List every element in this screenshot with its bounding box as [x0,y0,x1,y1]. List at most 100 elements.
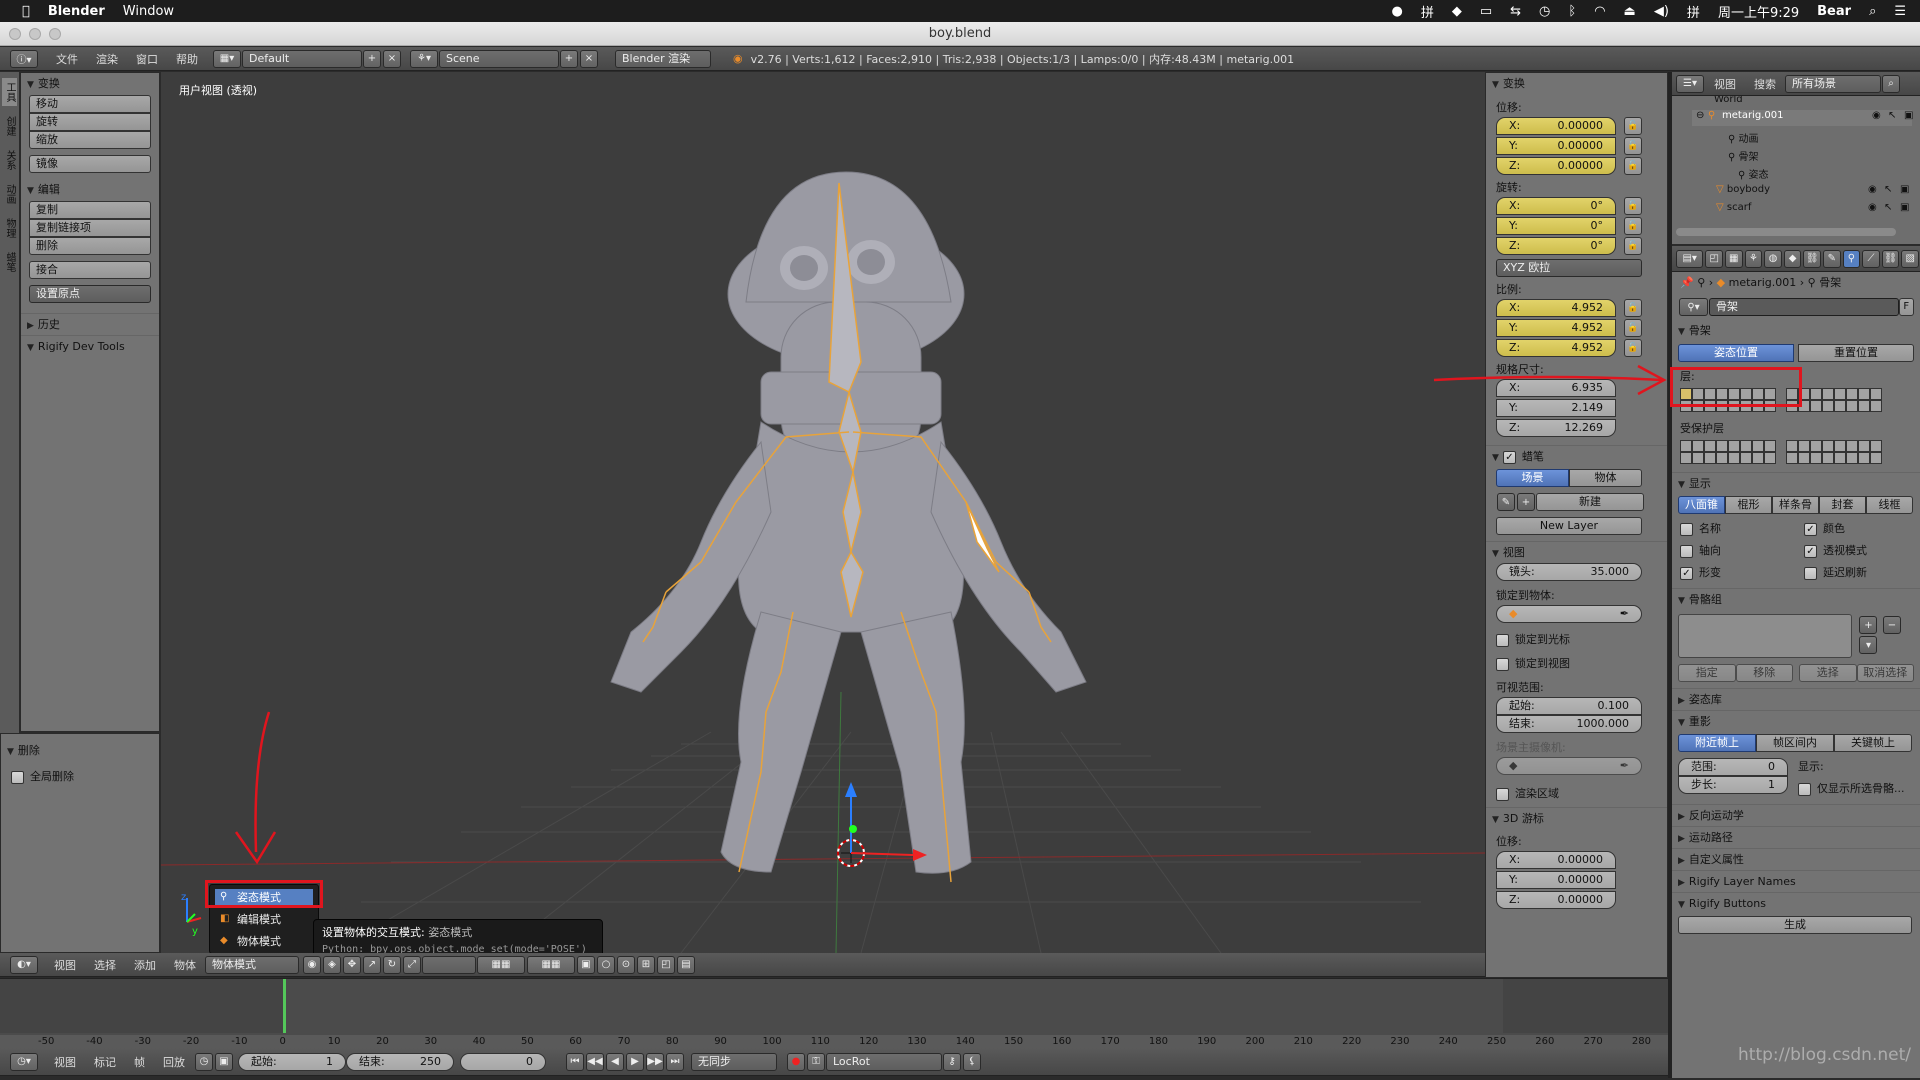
snap-icon[interactable]: ⊙ [617,955,635,974]
scarf-render-icon[interactable]: ▣ [1900,202,1909,213]
scale-x-lock-icon[interactable]: 🔓 [1624,299,1642,317]
insert-key-icon[interactable]: ⚷ [943,1052,961,1071]
local-camera-field[interactable]: ◆ ✒ [1496,757,1642,775]
lens-field[interactable]: 镜头: 35.000 [1496,563,1642,581]
layers-block-2[interactable]: ▦▦ [527,955,575,974]
xray-checkbox[interactable]: ✓ [1804,544,1817,558]
layer-cell[interactable] [1728,452,1740,464]
preview-range-icon[interactable]: ◷ [195,1052,213,1071]
bone-group-select-button[interactable]: 选择 [1799,664,1857,682]
rotation-y-field[interactable]: Y: 0° [1496,217,1616,235]
rotate-manip-icon[interactable]: ↻ [383,955,401,974]
keying-set-field[interactable]: LocRot [826,1052,942,1071]
mode-option-object[interactable]: 物体模式 [215,933,313,951]
display-type-4[interactable]: 线框 [1866,496,1913,514]
object-tab-icon[interactable]: ◆ [1783,249,1802,268]
ghost-range-field[interactable]: 范围: 0 [1678,758,1788,776]
ghost-type-2[interactable]: 关键帧上 [1834,734,1912,752]
gp-add-icon[interactable]: + [1517,493,1535,511]
grease-pencil-checkbox[interactable]: ✓ [1502,450,1516,464]
add-screen-icon[interactable]: + [363,49,381,68]
history-panel-header[interactable]: ▶ 历史 [21,313,159,335]
lock-view-checkbox[interactable] [1496,657,1509,671]
volume-icon[interactable]: ◀) [1645,4,1678,19]
location-y-lock-icon[interactable]: 🔓 [1624,137,1642,155]
close-window-button[interactable] [9,28,21,40]
render-engine-select[interactable]: Blender 渲染 [615,49,711,68]
join-button[interactable]: 接合 [29,261,151,279]
outliner-search-icon[interactable]: ⌕ [1882,74,1900,93]
menu-help[interactable]: 帮助 [167,51,207,67]
timemachine-icon[interactable]: ◷ [1530,4,1559,19]
layer-cell[interactable] [1834,452,1846,464]
layer-cell[interactable] [1822,388,1834,400]
scarf-select-icon[interactable]: ↖ [1884,202,1892,213]
start-frame-field[interactable]: 起始: 1 [238,1052,346,1071]
armature-name-field[interactable]: 骨架 [1709,298,1899,316]
scale-manip-icon[interactable]: ⤢ [403,955,421,974]
menu-render[interactable]: 渲染 [87,51,127,67]
scale-y-field[interactable]: Y: 4.952 [1496,319,1616,337]
translate-button[interactable]: 移动 [29,95,151,113]
window-menu[interactable]: Window [114,4,183,19]
jump-key-back-icon[interactable]: ◀◀ [586,1052,604,1071]
mirror-button[interactable]: 镜像 [29,155,151,173]
auto-keying-icon[interactable]: ● [787,1052,805,1071]
pose-position-button[interactable]: 姿态位置 [1678,344,1794,362]
notification-icon[interactable]: ◆ [1443,4,1471,19]
gp-new-layer-button[interactable]: New Layer [1496,517,1642,535]
metarig-eye-icon[interactable]: ◉ [1872,110,1881,121]
outliner-row-metarig[interactable]: ⊖ ⚲ metarig.001 ◉ ↖ ▣ [1692,110,1913,126]
minimize-window-button[interactable] [29,28,41,40]
layer-cell[interactable] [1822,452,1834,464]
show-names-checkbox[interactable] [1680,522,1693,536]
display-type-1[interactable]: 棍形 [1725,496,1772,514]
remove-screen-icon[interactable]: × [383,49,401,68]
ghost-type-0[interactable]: 附近帧上 [1678,734,1756,752]
cursor-y-field[interactable]: Y: 0.00000 [1496,871,1616,889]
interaction-mode-select[interactable]: 物体模式 [205,955,299,974]
layer-cell[interactable] [1822,400,1834,412]
boybody-eye-icon[interactable]: ◉ [1868,184,1877,195]
layer-cell[interactable] [1870,452,1882,464]
layer-cell[interactable] [1810,388,1822,400]
screen-layout-icon[interactable]: ▦▾ [213,49,241,68]
wifi-icon[interactable]: ◠ [1585,4,1614,19]
layer-cell[interactable] [1834,440,1846,452]
lock-cursor-option[interactable]: 锁定到光标 [1496,631,1657,647]
lock-view-option[interactable]: 锁定到视图 [1496,655,1657,671]
global-delete-option[interactable]: 全局删除 [1,762,159,790]
keying-set-icon[interactable]: ⚿ [807,1052,825,1071]
tab-tools[interactable]: 工具 [2,78,17,106]
sync-icon[interactable]: ⇆ [1501,4,1530,19]
location-z-field[interactable]: Z: 0.00000 [1496,157,1616,175]
manipulator-icon[interactable]: ✥ [343,955,361,974]
timeline-menu-frame[interactable]: 帧 [125,1054,154,1070]
editor-type-info-icon[interactable]: ⓘ▾ [10,49,38,68]
outliner-menu-view[interactable]: 视图 [1705,76,1745,92]
gp-object-button[interactable]: 物体 [1569,469,1642,487]
jump-start-icon[interactable]: ⏮ [566,1052,584,1071]
clock[interactable]: 周一上午9:29 [1709,2,1808,21]
editor-type-timeline-icon[interactable]: ◷▾ [10,1052,38,1071]
menu-select[interactable]: 选择 [85,957,125,973]
duplicate-button[interactable]: 复制 [29,201,151,219]
layer-cell[interactable] [1786,452,1798,464]
rigify-layer-names-header[interactable]: ▶ Rigify Layer Names [1672,870,1920,892]
zoom-window-button[interactable] [49,28,61,40]
scene-canvas[interactable]: zy [161,72,1485,953]
airplay-icon[interactable]: ▭ [1471,4,1501,19]
orientation-select[interactable] [422,955,476,974]
opengl-render-icon[interactable]: ▤ [677,955,695,974]
list-icon[interactable]: ☰ [1885,4,1920,19]
scene-icon[interactable]: ⚘▾ [410,49,438,68]
bone-group-deselect-button[interactable]: 取消选择 [1856,664,1914,682]
translate-manip-icon[interactable]: ↗ [363,955,381,974]
layer-cell[interactable] [1752,440,1764,452]
snap-target-icon[interactable]: ⊞ [637,955,655,974]
ghost-only-selected-checkbox[interactable] [1798,782,1811,796]
layer-cell[interactable] [1870,440,1882,452]
jump-end-icon[interactable]: ⏭ [666,1052,684,1071]
jump-key-forward-icon[interactable]: ▶▶ [646,1052,664,1071]
layer-cell[interactable] [1786,440,1798,452]
